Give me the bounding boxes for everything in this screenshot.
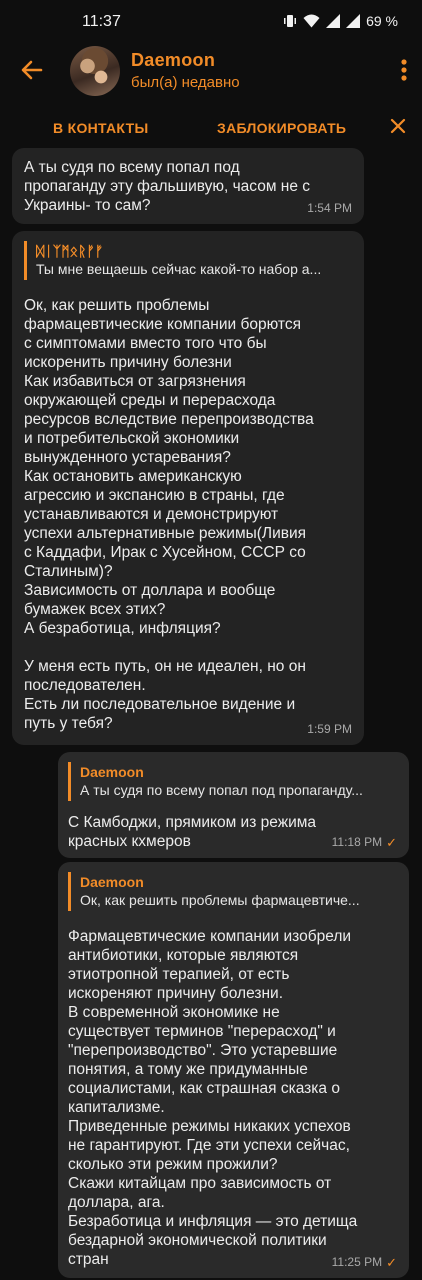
signal-icon xyxy=(326,14,341,28)
reply-snippet: Ты мне вещаешь сейчас какой-то набор а..… xyxy=(36,261,322,277)
vibrate-icon xyxy=(283,14,297,28)
reply-snippet: А ты судя по всему попал под пропаганду.… xyxy=(80,782,363,798)
reply-author: ᛞᛁᛉᛗᛟᚱᚠᚠ xyxy=(36,243,104,259)
message-text: Ок, как решить проблемы фармацевтические… xyxy=(24,297,314,732)
contact-action-bar: В КОНТАКТЫ ЗАБЛОКИРОВАТЬ xyxy=(0,112,422,146)
message-bubble-outgoing[interactable]: Daemoon Ок, как решить проблемы фармацев… xyxy=(58,862,409,1278)
status-icons: 69 % xyxy=(283,13,398,29)
read-check-icon: ✓ xyxy=(386,835,397,850)
reply-quote[interactable]: Daemoon А ты судя по всему попал под про… xyxy=(68,762,397,801)
reply-author: Daemoon xyxy=(80,874,144,890)
wifi-icon xyxy=(303,14,320,28)
block-button[interactable]: ЗАБЛОКИРОВАТЬ xyxy=(217,120,346,136)
message-time: 11:25 PM xyxy=(331,1255,383,1269)
message-meta: 11:18 PM ✓ xyxy=(332,833,397,852)
message-meta: 11:25 PM ✓ xyxy=(332,1253,397,1272)
reply-quote[interactable]: Daemoon Ок, как решить проблемы фармацев… xyxy=(68,872,397,911)
message-meta: 1:59 PM xyxy=(307,720,352,739)
close-icon[interactable] xyxy=(390,118,406,134)
message-text: А ты судя по всему попал под пропаганду … xyxy=(24,159,311,214)
read-check-icon: ✓ xyxy=(386,1255,397,1270)
message-time: 1:54 PM xyxy=(307,201,352,215)
battery-level: 69 % xyxy=(366,13,398,29)
clock: 11:37 xyxy=(82,13,121,30)
message-time: 1:59 PM xyxy=(307,722,352,736)
contact-status: был(а) недавно xyxy=(131,74,240,91)
back-arrow-icon[interactable] xyxy=(20,58,44,82)
reply-author: Daemoon xyxy=(80,764,144,780)
message-bubble-incoming[interactable]: ᛞᛁᛉᛗᛟᚱᚠᚠ Ты мне вещаешь сейчас какой-то … xyxy=(12,231,364,745)
message-bubble-incoming[interactable]: А ты судя по всему попал под пропаганду … xyxy=(12,148,364,224)
reply-snippet: Ок, как решить проблемы фармацевтиче... xyxy=(80,892,360,908)
reply-quote[interactable]: ᛞᛁᛉᛗᛟᚱᚠᚠ Ты мне вещаешь сейчас какой-то … xyxy=(24,241,352,280)
avatar[interactable] xyxy=(70,46,120,96)
chat-header: Daemoon был(а) недавно xyxy=(0,44,422,100)
message-time: 11:18 PM xyxy=(331,835,383,849)
message-meta: 1:54 PM xyxy=(307,199,352,218)
signal-icon-2 xyxy=(346,14,361,28)
status-bar: 11:37 69 % xyxy=(0,0,422,44)
message-text: Фармацевтические компании изобрели антиб… xyxy=(68,928,358,1268)
message-bubble-outgoing[interactable]: Daemoon А ты судя по всему попал под про… xyxy=(58,752,409,858)
contact-name[interactable]: Daemoon xyxy=(131,50,215,71)
add-contact-button[interactable]: В КОНТАКТЫ xyxy=(53,120,148,136)
more-vert-icon[interactable] xyxy=(400,58,408,82)
